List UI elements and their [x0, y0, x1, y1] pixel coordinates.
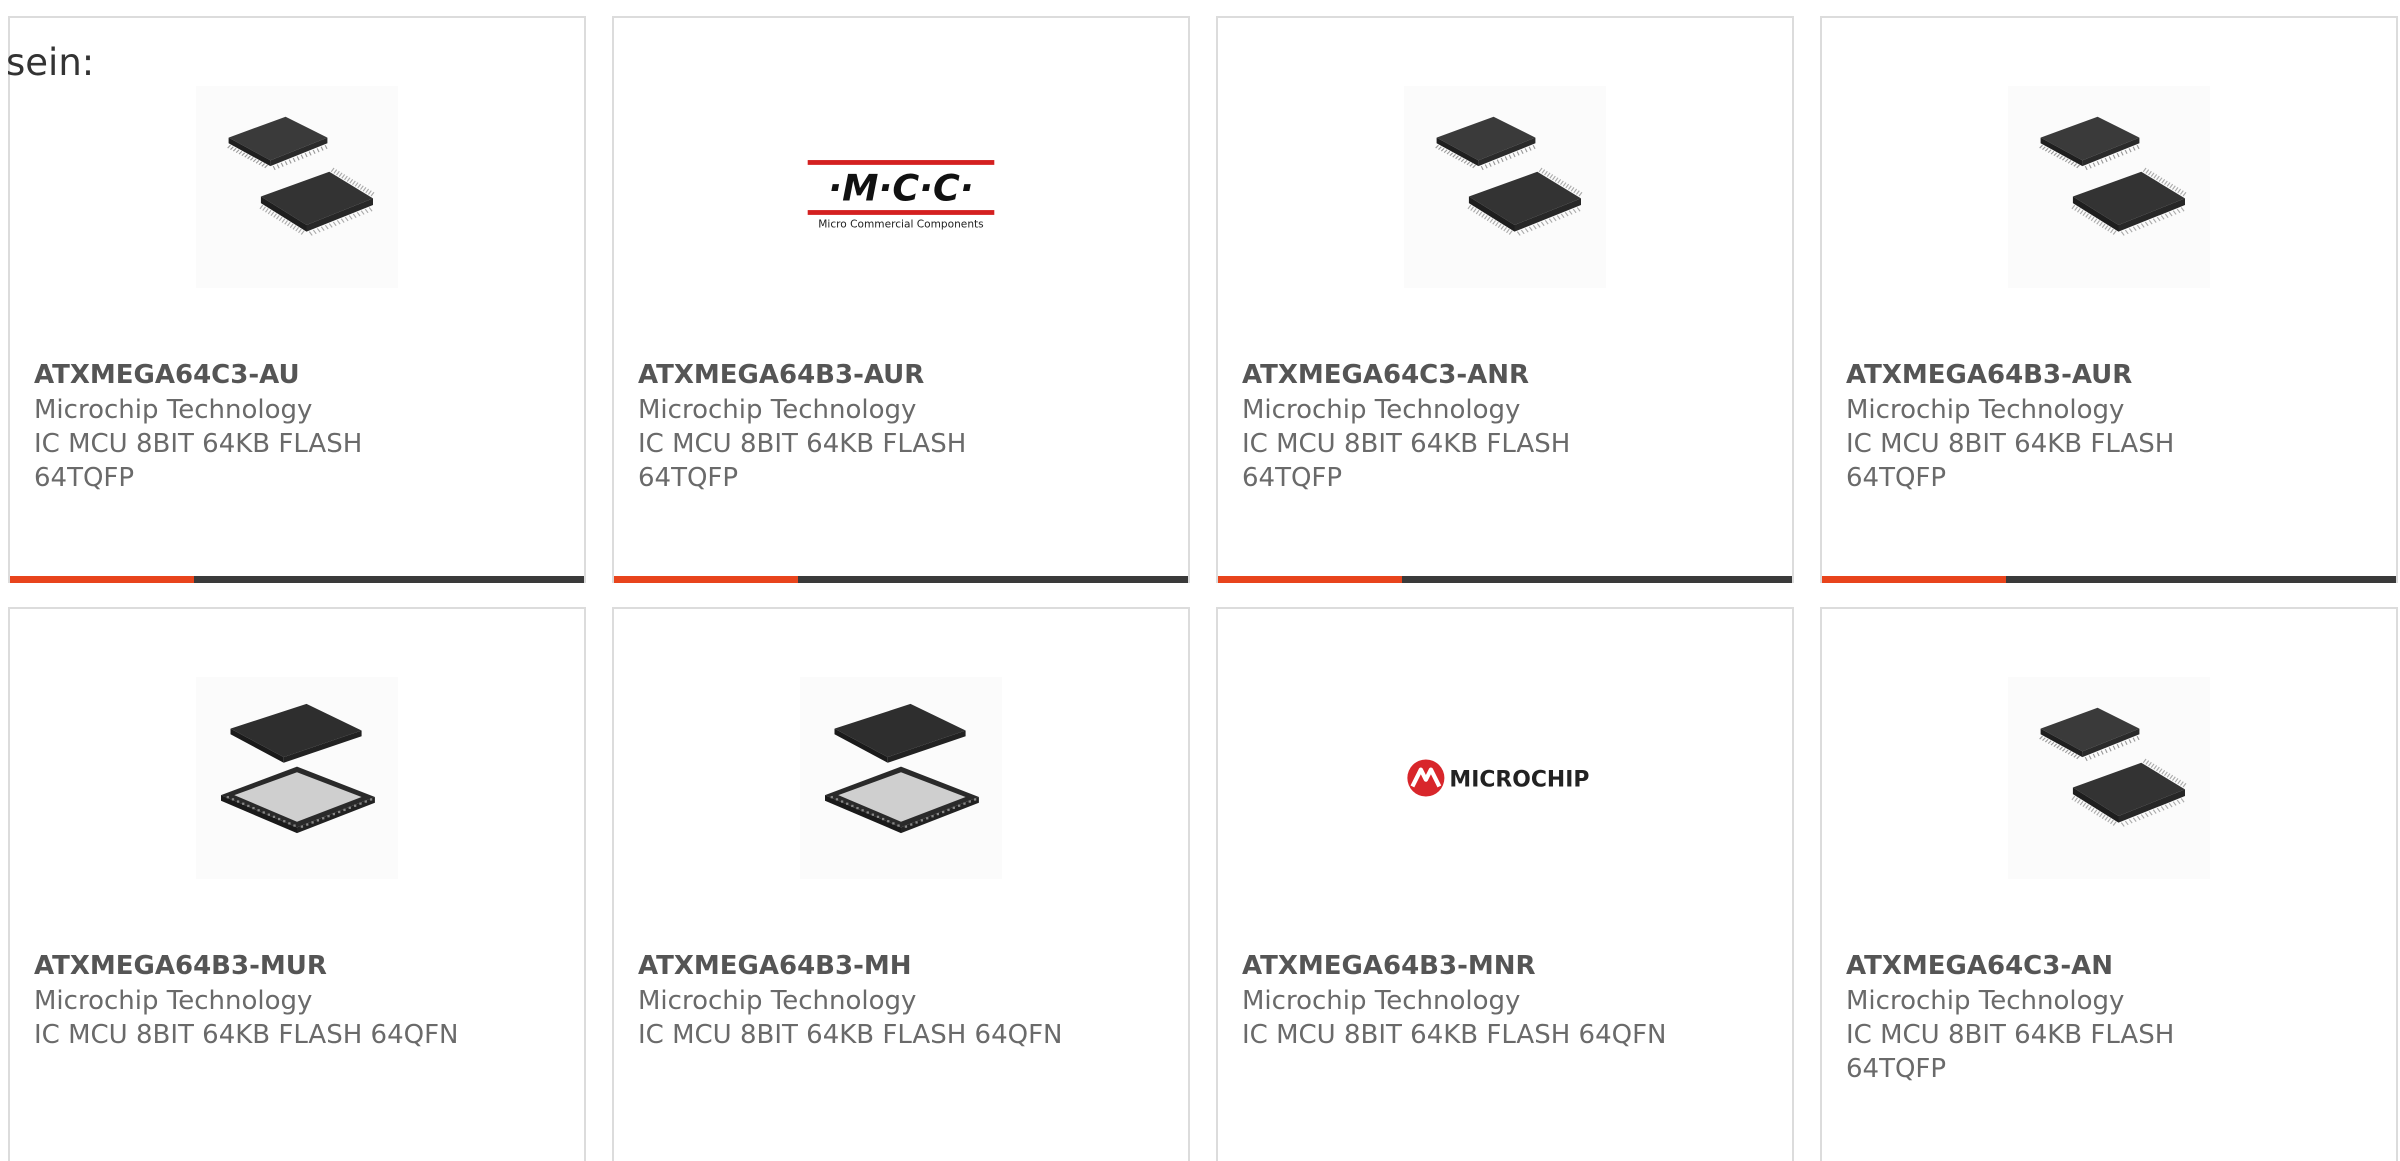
product-image-tqfp[interactable] [2008, 86, 2210, 288]
product-card[interactable]: ATXMEGA64C3-ANR Microchip Technology IC MC… [1216, 16, 1794, 583]
manufacturer-name: Microchip Technology [34, 986, 313, 1016]
progress-bar [614, 576, 1188, 583]
intro-text: sein: [6, 41, 95, 84]
progress-bar-fill [1218, 576, 1402, 583]
product-description: IC MCU 8BIT 64KB FLASH 64QFN [638, 1020, 1063, 1050]
product-card[interactable]: ATXMEGA64B3-MUR Microchip Technology IC MC… [8, 607, 586, 1161]
manufacturer-name: Microchip Technology [1242, 986, 1521, 1016]
product-card[interactable]: ATXMEGA64C3-AU Microchip Technology IC MCU… [8, 16, 586, 583]
manufacturer-name: Microchip Technology [638, 395, 917, 425]
product-description: IC MCU 8BIT 64KB FLASH 64TQFP [1846, 429, 2175, 493]
product-info: ATXMEGA64B3-MNR Microchip Technology IC MC… [1242, 949, 1762, 1052]
manufacturer-name: Microchip Technology [1242, 395, 1521, 425]
microchip-logo[interactable]: MICROCHIP [1404, 677, 1606, 879]
product-info: ATXMEGA64C3-AU Microchip Technology IC MCU… [34, 358, 434, 495]
product-info: ATXMEGA64B3-AUR Microchip Technology IC MC… [638, 358, 1038, 495]
product-info: ATXMEGA64B3-MH Microchip Technology IC MCU… [638, 949, 1158, 1052]
svg-text:MICROCHIP: MICROCHIP [1449, 767, 1589, 792]
manufacturer-name: Microchip Technology [638, 986, 917, 1016]
product-description: IC MCU 8BIT 64KB FLASH 64TQFP [34, 429, 363, 493]
part-number-link[interactable]: ATXMEGA64C3-AN [1846, 949, 2246, 984]
product-card[interactable]: MICROCHIP ATXMEGA64B3-MNR Microchip Techn… [1216, 607, 1794, 1161]
product-image-tqfp[interactable] [196, 86, 398, 288]
product-card[interactable]: ATXMEGA64C3-AN Microchip Technology IC MCU… [1820, 607, 2398, 1161]
manufacturer-name: Microchip Technology [1846, 986, 2125, 1016]
product-grid-page: sein: ATXMEGA64C3-AU Microchip Technology… [0, 0, 2400, 1161]
product-grid: ATXMEGA64C3-AU Microchip Technology IC MCU… [8, 16, 2400, 1161]
progress-bar-fill [10, 576, 194, 583]
part-number-link[interactable]: ATXMEGA64B3-AUR [1846, 358, 2246, 393]
progress-bar-fill [1822, 576, 2006, 583]
progress-bar-fill [614, 576, 798, 583]
part-number-link[interactable]: ATXMEGA64B3-MH [638, 949, 1158, 984]
manufacturer-name: Microchip Technology [34, 395, 313, 425]
product-description: IC MCU 8BIT 64KB FLASH 64QFN [34, 1020, 459, 1050]
product-description: IC MCU 8BIT 64KB FLASH 64QFN [1242, 1020, 1667, 1050]
part-number-link[interactable]: ATXMEGA64B3-AUR [638, 358, 1038, 393]
part-number-link[interactable]: ATXMEGA64C3-AU [34, 358, 434, 393]
product-info: ATXMEGA64C3-AN Microchip Technology IC MCU… [1846, 949, 2246, 1086]
product-image-qfn[interactable] [800, 677, 1002, 879]
svg-text:Micro Commercial Components: Micro Commercial Components [818, 218, 983, 230]
part-number-link[interactable]: ATXMEGA64B3-MUR [34, 949, 554, 984]
part-number-link[interactable]: ATXMEGA64C3-ANR [1242, 358, 1642, 393]
product-description: IC MCU 8BIT 64KB FLASH 64TQFP [638, 429, 967, 493]
product-card[interactable]: ATXMEGA64B3-MH Microchip Technology IC MCU… [612, 607, 1190, 1161]
product-info: ATXMEGA64C3-ANR Microchip Technology IC MC… [1242, 358, 1642, 495]
product-card[interactable]: ATXMEGA64B3-AUR Microchip Technology IC MC… [1820, 16, 2398, 583]
progress-bar [1218, 576, 1792, 583]
svg-text:·M·C·C·: ·M·C·C· [828, 166, 974, 209]
product-card[interactable]: ·M·C·C· Micro Commercial Components ATXM… [612, 16, 1190, 583]
progress-bar [1822, 576, 2396, 583]
product-description: IC MCU 8BIT 64KB FLASH 64TQFP [1846, 1020, 2175, 1084]
product-description: IC MCU 8BIT 64KB FLASH 64TQFP [1242, 429, 1571, 493]
product-image-qfn[interactable] [196, 677, 398, 879]
product-image-tqfp[interactable] [1404, 86, 1606, 288]
product-image-tqfp[interactable] [2008, 677, 2210, 879]
manufacturer-name: Microchip Technology [1846, 395, 2125, 425]
part-number-link[interactable]: ATXMEGA64B3-MNR [1242, 949, 1762, 984]
product-info: ATXMEGA64B3-AUR Microchip Technology IC MC… [1846, 358, 2246, 495]
product-info: ATXMEGA64B3-MUR Microchip Technology IC MC… [34, 949, 554, 1052]
progress-bar [10, 576, 584, 583]
mcc-logo[interactable]: ·M·C·C· Micro Commercial Components [800, 86, 1002, 288]
